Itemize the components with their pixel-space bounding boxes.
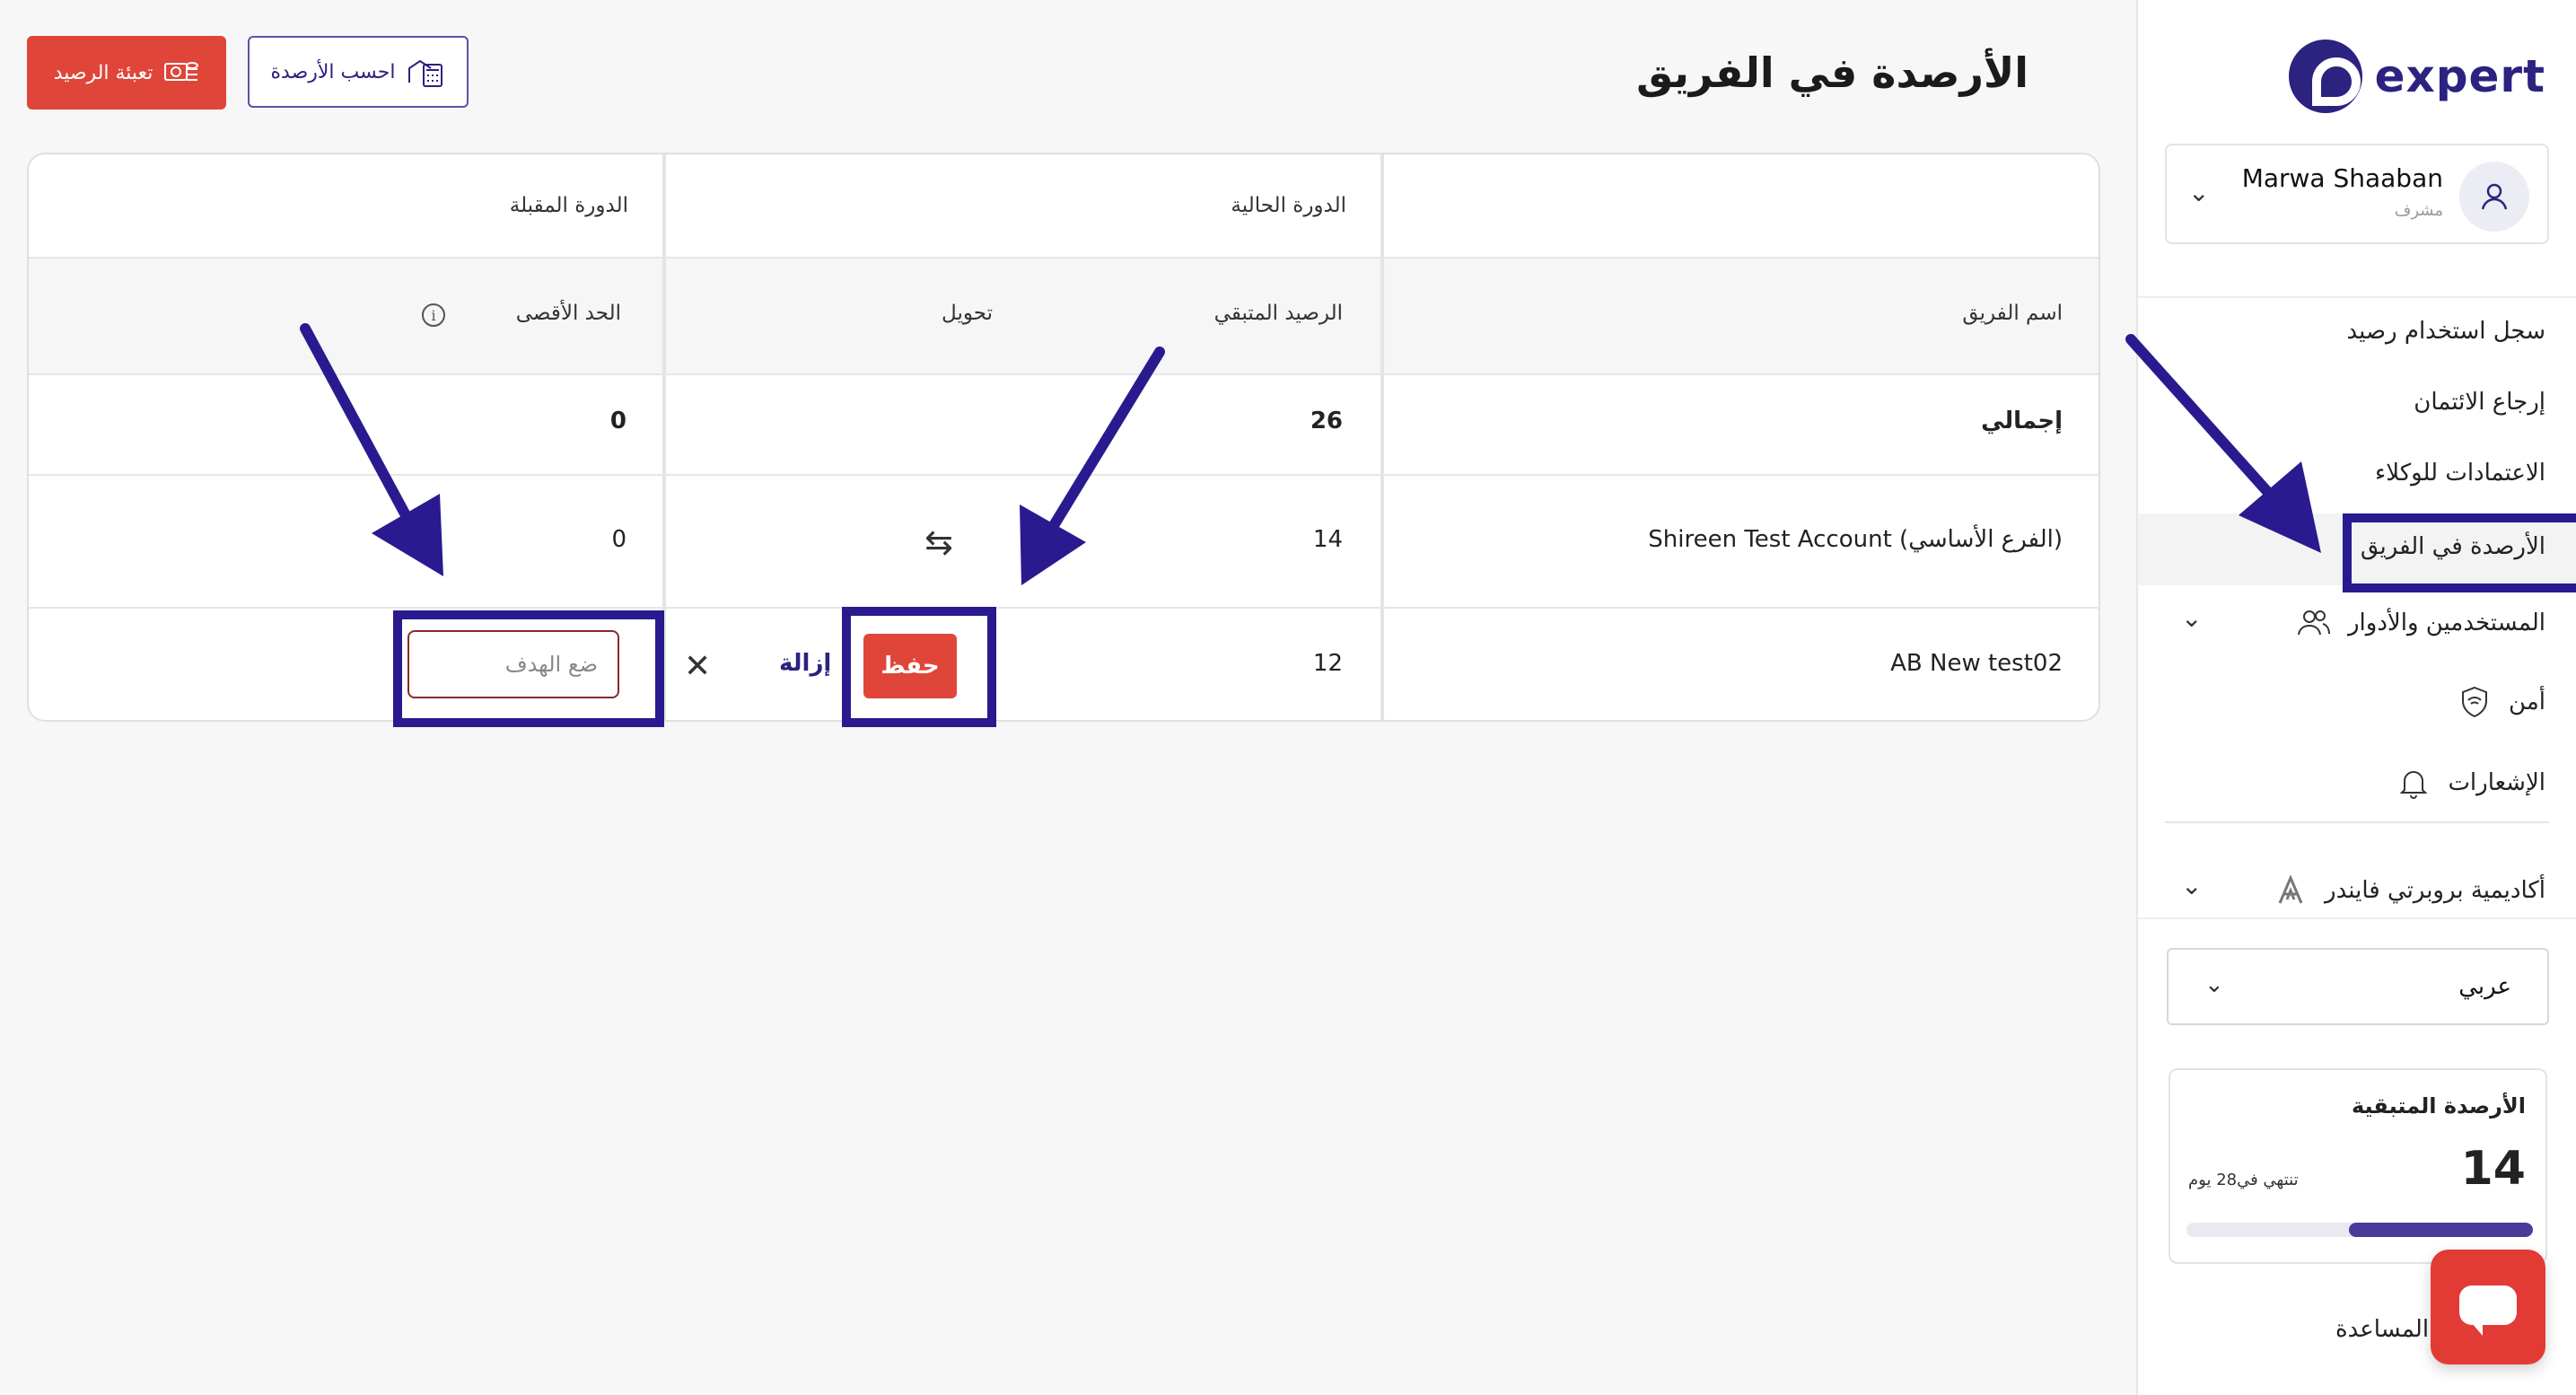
sidebar-item-label: إرجاع الائتمان (2414, 389, 2545, 416)
close-icon[interactable]: ✕ (684, 648, 711, 685)
table-row-team-name: AB New test02 (1890, 650, 2063, 677)
transfer-arrows-icon[interactable]: ⇆ (924, 522, 953, 562)
chevron-down-icon[interactable]: ⌄ (2181, 603, 2202, 633)
remove-button[interactable]: إزالة (779, 650, 831, 677)
sidebar-item-label: الإشعارات (2448, 769, 2545, 796)
divider (2165, 821, 2549, 823)
sidebar-item-academy[interactable]: أكاديمية بروبرتي فايندر (2273, 873, 2545, 908)
credits-title: الأرصدة المتبقية (2351, 1093, 2526, 1119)
brand-name: expert (2374, 50, 2545, 102)
row-divider (29, 607, 2098, 609)
column-header-max-limit: الحد الأقصى (515, 302, 621, 325)
page-title: الأرصدة في الفريق (1636, 48, 2028, 97)
sidebar-item-security[interactable]: أمن (2457, 684, 2545, 720)
info-icon[interactable]: i (422, 303, 445, 327)
chevron-down-icon[interactable]: ⌄ (2188, 178, 2209, 207)
brand-logo[interactable]: expert (2288, 39, 2545, 113)
table-row-max: 0 (611, 526, 626, 553)
table-row-total-max: 0 (609, 408, 626, 434)
credits-expiry: تنتهي في28 يوم (2188, 1171, 2299, 1189)
row-divider (29, 373, 2098, 375)
table-row-team-name: Shireen Test Account (الفرع الأساسي) (1648, 526, 2063, 553)
annotation-highlight-save (842, 607, 996, 727)
sidebar: expert Marwa Shaaban مشرف ⌄ سجل استخدام … (2136, 0, 2576, 1395)
row-divider (29, 474, 2098, 476)
topup-button[interactable]: تعبئة الرصيد (27, 36, 226, 110)
credits-value: 14 (2460, 1142, 2526, 1196)
chevron-down-icon: ⌄ (2204, 971, 2224, 998)
sidebar-item-agent-credits[interactable]: الاعتمادات للوكلاء (2375, 460, 2545, 487)
table-subheader-row (29, 257, 2098, 373)
column-divider (1380, 154, 1384, 720)
team-credits-table: الدورة الحالية الدورة المقبلة اسم الفريق… (27, 153, 2100, 722)
table-row-total-remaining: 26 (1310, 408, 1343, 434)
user-role: مشرف (2394, 201, 2443, 220)
sidebar-item-label: سجل استخدام رصيد (2346, 318, 2545, 345)
column-header-remaining: الرصيد المتبقي (1214, 302, 1343, 325)
language-value: عربي (2458, 973, 2511, 1000)
table-row-remaining: 12 (1312, 650, 1343, 677)
annotation-highlight-input (393, 610, 664, 727)
sidebar-item-credit-refund[interactable]: إرجاع الائتمان (2414, 389, 2545, 416)
team-name-text: Shireen Test Account (الفرع الأساسي) (1648, 526, 2063, 553)
column-header-transfer: تحويل (942, 302, 993, 325)
topup-label: تعبئة الرصيد (53, 61, 153, 84)
sidebar-item-label: أكاديمية بروبرتي فايندر (2325, 877, 2545, 904)
academy-icon (2273, 873, 2309, 908)
divider (2138, 917, 2576, 919)
user-name: Marwa Shaaban (2241, 163, 2443, 193)
calculator-icon (408, 59, 443, 87)
logo-mark-icon (2288, 39, 2362, 113)
chevron-down-icon[interactable]: ⌄ (2181, 871, 2202, 900)
group-header-current-cycle: الدورة الحالية (1231, 194, 1346, 217)
money-icon (164, 62, 199, 81)
column-header-team-name: اسم الفريق (1962, 302, 2063, 325)
chat-button[interactable] (2431, 1250, 2545, 1364)
sidebar-item-label: المستخدمين والأدوار (2348, 610, 2545, 636)
credits-progress-fill (2349, 1223, 2533, 1237)
avatar (2459, 162, 2529, 232)
credits-progress (2186, 1223, 2533, 1237)
bell-icon (2396, 765, 2431, 801)
chat-icon (2459, 1285, 2517, 1336)
table-row-remaining: 14 (1312, 526, 1343, 553)
annotation-highlight-nav (2343, 513, 2576, 592)
sidebar-item-label: الاعتمادات للوكلاء (2375, 460, 2545, 487)
table-row-total-team: إجمالي (1981, 408, 2063, 434)
sidebar-item-label: أمن (2509, 689, 2545, 715)
user-menu[interactable]: Marwa Shaaban مشرف ⌄ (2165, 144, 2549, 244)
sidebar-item-notifications[interactable]: الإشعارات (2396, 765, 2545, 801)
language-select[interactable]: عربي ⌄ (2167, 948, 2549, 1025)
users-icon (2296, 605, 2332, 641)
user-icon (2481, 183, 2508, 210)
row-divider (29, 257, 2098, 259)
sidebar-item-users-roles[interactable]: المستخدمين والأدوار (2296, 605, 2545, 641)
calculate-label: احسب الأرصدة (270, 60, 396, 83)
shield-icon (2457, 684, 2493, 720)
remaining-credits-card: الأرصدة المتبقية 14 تنتهي في28 يوم (2169, 1068, 2547, 1264)
sidebar-item-credit-usage-log[interactable]: سجل استخدام رصيد (2346, 318, 2545, 345)
group-header-next-cycle: الدورة المقبلة (509, 194, 628, 217)
divider (2138, 296, 2576, 298)
calculate-credits-button[interactable]: احسب الأرصدة (248, 36, 469, 108)
